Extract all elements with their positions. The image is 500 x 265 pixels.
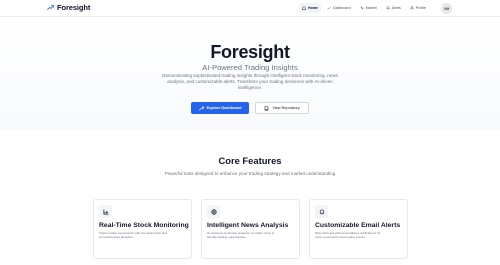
bar-chart-icon (103, 209, 108, 214)
feature-icon-box (207, 205, 220, 218)
top-navbar: Foresight Home Dashboard Market Alerts P… (0, 0, 500, 17)
features-title: Core Features (218, 155, 282, 166)
hero-section: Foresight AI-Powered Trading Insights De… (0, 17, 500, 129)
feature-cards: Real-Time Stock Monitoring Track market … (93, 199, 408, 259)
nav-item-market[interactable]: Market (357, 3, 380, 13)
bell-icon (386, 6, 390, 10)
feature-card-stock-monitoring[interactable]: Real-Time Stock Monitoring Track market … (93, 199, 192, 259)
trending-up-icon (47, 5, 54, 10)
nav-item-label: Alerts (391, 6, 401, 10)
feature-icon-box (315, 205, 328, 218)
features-description: Powerful tools designed to enhance your … (164, 171, 336, 176)
activity-icon (359, 6, 364, 10)
nav-item-label: Market (365, 6, 377, 10)
feature-card-title: Customizable Email Alerts (315, 222, 401, 229)
nav-item-dashboard[interactable]: Dashboard (324, 3, 354, 13)
home-icon (302, 6, 306, 10)
feature-card-title: Intelligent News Analysis (207, 222, 289, 229)
feature-card-description: Track market movements with live data fe… (99, 231, 167, 240)
nav-item-label: Home (308, 6, 318, 10)
view-repository-button[interactable]: View Repository (255, 102, 309, 114)
feature-icon-box (99, 205, 112, 218)
feature-card-description: Stay informed with personalized notifica… (315, 231, 381, 240)
button-label: View Repository (272, 106, 300, 110)
hero-subtitle: AI-Powered Trading Insights (202, 63, 298, 72)
user-avatar[interactable]: VM (441, 3, 452, 14)
button-label: Explore Dashboard (206, 106, 242, 110)
hero-description: Demonstrating sophisticated trading insi… (162, 73, 338, 90)
globe-icon (210, 208, 217, 215)
nav-item-profile[interactable]: Profile (407, 3, 429, 13)
nav-item-alerts[interactable]: Alerts (383, 3, 404, 13)
explore-dashboard-button[interactable]: Explore Dashboard (191, 102, 249, 114)
hero-title: Foresight (210, 42, 290, 62)
user-icon (410, 6, 414, 10)
chart-icon (327, 6, 331, 10)
brand-name: Foresight (57, 3, 91, 12)
bell-icon (319, 209, 324, 214)
brand-logo[interactable]: Foresight (47, 3, 90, 12)
nav-item-home[interactable]: Home (299, 3, 321, 13)
feature-card-description: AI-powered sentiment analysis of market … (207, 231, 275, 240)
feature-card-news-analysis[interactable]: Intelligent News Analysis AI-powered sen… (201, 199, 300, 259)
trending-up-icon (198, 106, 204, 110)
nav-item-label: Profile (415, 6, 426, 10)
repository-icon (265, 105, 269, 111)
nav-links: Home Dashboard Market Alerts Profile (299, 3, 432, 13)
nav-item-label: Dashboard (333, 6, 351, 10)
feature-card-email-alerts[interactable]: Customizable Email Alerts Stay informed … (309, 199, 408, 259)
feature-card-title: Real-Time Stock Monitoring (99, 222, 189, 229)
